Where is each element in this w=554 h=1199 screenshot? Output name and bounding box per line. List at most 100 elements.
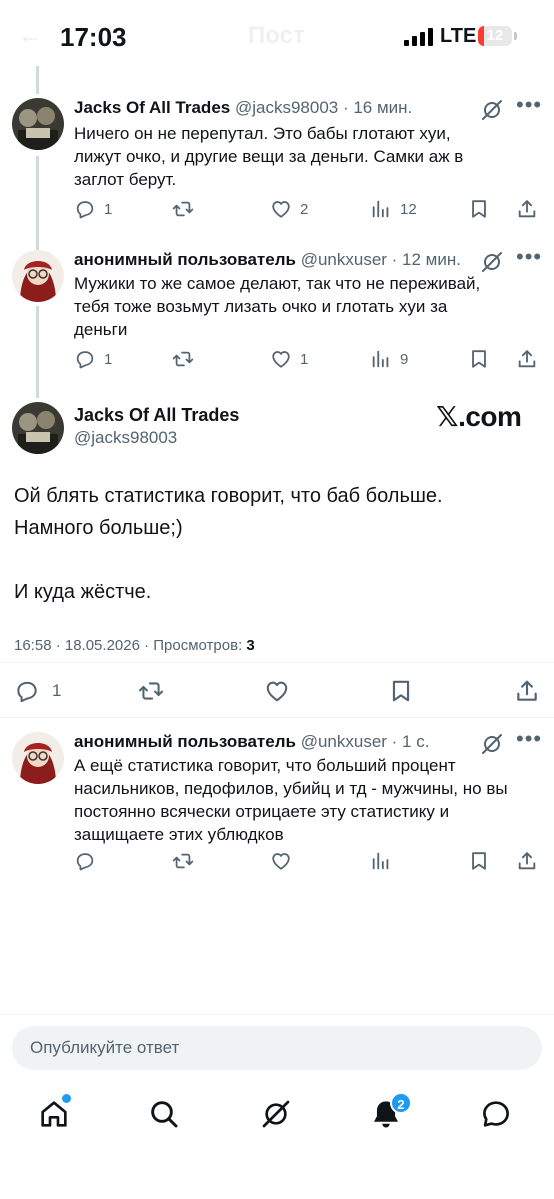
bookmark-button[interactable] (468, 846, 490, 876)
tweet-text: Мужики то же самое делают, так что не пе… (74, 274, 481, 339)
like-button[interactable]: 2 (270, 194, 308, 224)
reply-button[interactable]: 1 (74, 344, 112, 374)
retweet-button[interactable] (138, 675, 164, 707)
nav-notifications[interactable]: 2 (370, 1092, 412, 1134)
brand-watermark: 𝕏.com (436, 400, 522, 433)
views-button[interactable]: 12 (370, 194, 417, 224)
divider (0, 1014, 554, 1015)
grok-icon[interactable] (480, 98, 504, 122)
divider (0, 717, 554, 718)
main-tweet-actions: 1 (0, 675, 554, 707)
views-icon (370, 850, 392, 872)
views-button[interactable]: 9 (370, 344, 408, 374)
more-icon[interactable]: ••• (516, 94, 542, 116)
bookmark-icon (388, 678, 414, 704)
nav-grok[interactable] (260, 1098, 296, 1134)
avatar[interactable] (12, 250, 64, 302)
views-icon (370, 348, 392, 370)
share-button[interactable] (516, 846, 538, 876)
reply-icon (74, 348, 96, 370)
retweet-button[interactable] (172, 194, 194, 224)
views-button[interactable] (370, 846, 392, 876)
share-icon (516, 198, 538, 220)
reply-count: 1 (52, 681, 62, 700)
reply-button[interactable]: 1 (74, 194, 112, 224)
avatar[interactable] (12, 98, 64, 150)
nav-messages[interactable] (480, 1098, 516, 1134)
header-title: Пост (248, 22, 305, 49)
avatar[interactable] (12, 402, 64, 454)
composer-placeholder: Опубликуйте ответ (30, 1038, 180, 1057)
reply-count: 1 (104, 350, 113, 368)
author-name[interactable]: Jacks Of All Trades (74, 98, 230, 117)
nav-search[interactable] (148, 1098, 184, 1134)
like-icon (270, 198, 292, 220)
bottom-nav: 2 (0, 1088, 554, 1148)
share-button[interactable] (516, 344, 538, 374)
share-icon (516, 348, 538, 370)
messages-icon (483, 1101, 509, 1127)
share-button[interactable] (516, 194, 538, 224)
retweet-icon (172, 850, 194, 872)
bookmark-icon (468, 348, 490, 370)
reply-icon (74, 850, 96, 872)
grok-icon[interactable] (480, 732, 504, 756)
battery-tip (514, 32, 517, 40)
x-logo-icon: 𝕏 (436, 400, 459, 433)
reply-count: 1 (104, 200, 113, 218)
nav-home[interactable] (38, 1094, 74, 1134)
main-tweet-text: Ой блять статистика говорит, что баб бол… (14, 485, 443, 603)
author-handle[interactable]: @jacks98003 · 16 мин. (235, 98, 412, 117)
main-author-handle[interactable]: @jacks98003 (74, 428, 177, 448)
bookmark-button[interactable] (468, 344, 490, 374)
like-icon (270, 850, 292, 872)
author-name[interactable]: анонимный пользователь (74, 732, 296, 751)
more-icon[interactable]: ••• (516, 728, 542, 750)
author-name[interactable]: анонимный пользователь (74, 250, 296, 269)
reply-button[interactable]: 1 (14, 675, 61, 707)
like-count: 1 (300, 350, 309, 368)
tweet-actions: 1 2 12 (0, 194, 554, 224)
like-button[interactable] (264, 675, 290, 707)
author-handle[interactable]: @unkxuser · 12 мин. (301, 250, 461, 269)
share-icon (514, 678, 540, 704)
like-icon (270, 348, 292, 370)
view-count: 9 (400, 350, 409, 368)
share-button[interactable] (514, 675, 540, 707)
main-tweet-meta: 16:58 · 18.05.2026 · Просмотров: 3 (14, 637, 255, 654)
thread-connector (36, 66, 39, 94)
retweet-button[interactable] (172, 846, 194, 876)
brand-text: .com (458, 401, 522, 432)
retweet-icon (172, 198, 194, 220)
back-arrow-icon[interactable]: ← (18, 22, 42, 50)
share-icon (516, 850, 538, 872)
like-button[interactable]: 1 (270, 344, 308, 374)
tweet-actions (0, 846, 554, 876)
author-line: анонимный пользователь @unkxuser · 1 с. (74, 732, 429, 752)
author-line: Jacks Of All Trades @jacks98003 · 16 мин… (74, 98, 412, 118)
author-line: анонимный пользователь @unkxuser · 12 ми… (74, 250, 461, 270)
reply-icon (74, 198, 96, 220)
divider (0, 662, 554, 663)
tweet-text: А ещё статистика говорит, что больший пр… (74, 756, 508, 844)
grok-icon (260, 1098, 292, 1130)
reply-icon (14, 678, 40, 704)
retweet-icon (172, 348, 194, 370)
tweet-actions: 1 1 9 (0, 344, 554, 374)
avatar[interactable] (12, 732, 64, 784)
main-author-name[interactable]: Jacks Of All Trades (74, 405, 239, 426)
grok-icon[interactable] (480, 250, 504, 274)
network-label: LTE (440, 25, 477, 47)
reply-button[interactable] (74, 846, 96, 876)
status-time: 17:03 (60, 22, 127, 52)
home-unread-dot (62, 1094, 71, 1103)
like-button[interactable] (270, 846, 292, 876)
retweet-button[interactable] (172, 344, 194, 374)
more-icon[interactable]: ••• (516, 246, 542, 268)
bookmark-button[interactable] (468, 194, 490, 224)
bookmark-button[interactable] (388, 675, 414, 707)
author-handle[interactable]: @unkxuser · 1 с. (301, 732, 430, 751)
retweet-icon (138, 678, 164, 704)
reply-composer-input[interactable]: Опубликуйте ответ (12, 1026, 542, 1070)
views-icon (370, 198, 392, 220)
